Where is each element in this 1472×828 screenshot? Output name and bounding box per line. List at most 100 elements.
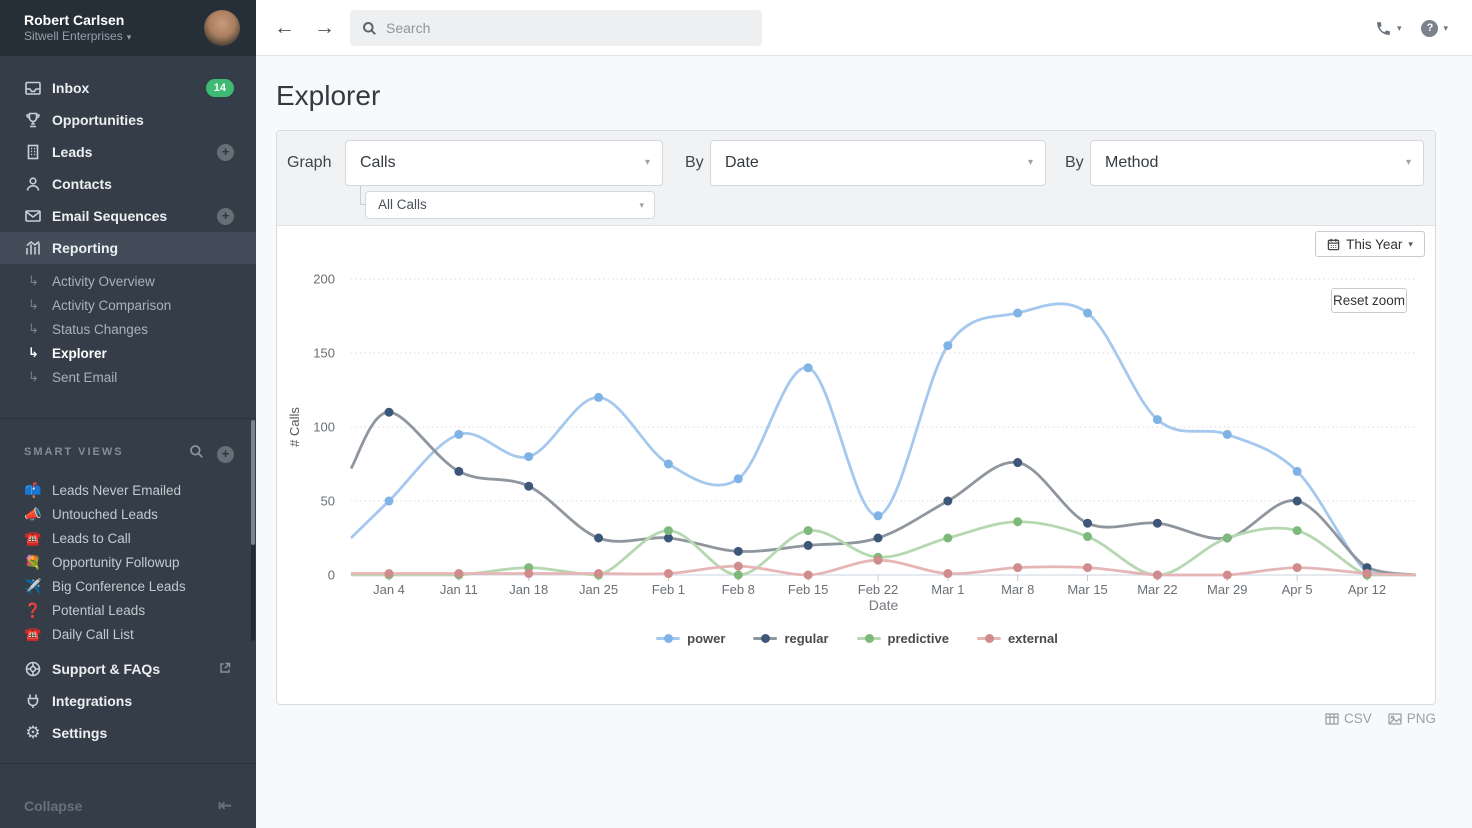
svg-text:100: 100 — [313, 420, 335, 435]
svg-text:Jan 11: Jan 11 — [440, 582, 478, 597]
export-label: CSV — [1344, 711, 1372, 726]
divider — [0, 763, 256, 764]
smart-view-label: Leads to Call — [52, 531, 131, 546]
svg-text:150: 150 — [313, 346, 335, 361]
svg-text:Jan 4: Jan 4 — [373, 582, 405, 597]
page-title: Explorer — [276, 80, 380, 112]
sidebar-item-label: Support & FAQs — [52, 661, 160, 677]
submenu-item-status-changes[interactable]: ↳Status Changes — [0, 317, 256, 341]
search-box[interactable] — [350, 10, 762, 46]
sidebar-item-support[interactable]: Support & FAQs — [0, 653, 256, 685]
svg-text:0: 0 — [328, 568, 335, 583]
sidebar-scrollbar[interactable] — [251, 420, 255, 545]
search-input[interactable] — [386, 20, 746, 36]
export-csv-button[interactable]: CSV — [1325, 711, 1372, 726]
legend-marker-icon — [656, 637, 680, 640]
legend-item-power[interactable]: power — [656, 631, 725, 646]
svg-text:Mar 29: Mar 29 — [1207, 582, 1247, 597]
submenu-label: Activity Comparison — [52, 298, 171, 313]
export-png-button[interactable]: PNG — [1388, 711, 1436, 726]
airplane-icon: ✈️ — [24, 578, 52, 595]
search-icon — [362, 21, 377, 36]
smart-view-opportunity-followup[interactable]: 💐Opportunity Followup — [0, 550, 256, 574]
sub-arrow-icon: ↳ — [28, 369, 52, 385]
add-lead-button[interactable]: + — [217, 144, 234, 161]
sidebar-item-email-sequences[interactable]: Email Sequences + — [0, 200, 256, 232]
svg-text:Mar 15: Mar 15 — [1067, 582, 1107, 597]
inbox-count-badge: 14 — [206, 79, 234, 97]
legend-dot-icon — [761, 634, 770, 643]
select-value: Date — [725, 154, 759, 171]
svg-text:Mar 22: Mar 22 — [1137, 582, 1177, 597]
svg-text:Jan 25: Jan 25 — [579, 582, 618, 597]
envelope-icon — [24, 207, 42, 225]
account-switcher[interactable]: Robert Carlsen Sitwell Enterprises▾ — [0, 0, 256, 56]
call-filter-select[interactable]: All Calls▾ — [365, 191, 655, 219]
reset-zoom-button[interactable]: Reset zoom — [1331, 288, 1407, 313]
legend-item-predictive[interactable]: predictive — [857, 631, 949, 646]
add-sequence-button[interactable]: + — [217, 208, 234, 225]
caret-down-icon: ▾ — [645, 141, 650, 185]
avatar[interactable] — [204, 10, 240, 46]
smart-view-potential-leads[interactable]: ❓Potential Leads — [0, 598, 256, 622]
help-menu[interactable]: ? ▾ — [1415, 14, 1454, 43]
legend-label: external — [1008, 631, 1058, 646]
explorer-chart[interactable]: 050100150200Jan 4Jan 11Jan 18Jan 25Feb 1… — [277, 226, 1437, 631]
segment-by-select[interactable]: Method▾ — [1090, 140, 1424, 186]
legend-item-regular[interactable]: regular — [753, 631, 828, 646]
smart-views-search-icon[interactable] — [189, 444, 204, 464]
svg-text:200: 200 — [313, 272, 335, 287]
sidebar-item-leads[interactable]: Leads + — [0, 136, 256, 168]
main-content: ← → ▾ ? ▾ Explorer Graph Calls▾ By Date▾… — [256, 0, 1472, 828]
user-name: Robert Carlsen — [24, 12, 124, 28]
collapse-icon: ⇤ — [218, 796, 232, 816]
legend-label: regular — [784, 631, 828, 646]
graph-type-select[interactable]: Calls▾ — [345, 140, 663, 186]
submenu-item-activity-comparison[interactable]: ↳Activity Comparison — [0, 293, 256, 317]
svg-text:Feb 8: Feb 8 — [722, 582, 755, 597]
legend-label: power — [687, 631, 725, 646]
sidebar-item-label: Settings — [52, 725, 107, 741]
submenu-item-sent-email[interactable]: ↳Sent Email — [0, 365, 256, 389]
by-label: By — [685, 140, 704, 186]
sidebar-item-reporting[interactable]: Reporting — [0, 232, 256, 264]
smart-view-daily-call-list[interactable]: ☎️Daily Call List — [0, 622, 256, 641]
image-icon — [1388, 713, 1402, 725]
smart-view-untouched-leads[interactable]: 📣Untouched Leads — [0, 502, 256, 526]
sidebar-item-opportunities[interactable]: Opportunities — [0, 104, 256, 136]
legend-item-external[interactable]: external — [977, 631, 1058, 646]
submenu-item-explorer[interactable]: ↳Explorer — [0, 341, 256, 365]
caret-down-icon: ▾ — [639, 192, 644, 218]
smart-view-label: Potential Leads — [52, 603, 145, 618]
submenu-label: Activity Overview — [52, 274, 155, 289]
group-by-select[interactable]: Date▾ — [710, 140, 1046, 186]
sidebar-item-settings[interactable]: ⚙ Settings — [0, 717, 256, 749]
plug-icon — [24, 692, 42, 710]
svg-text:Date: Date — [869, 597, 899, 613]
sidebar-item-contacts[interactable]: Contacts — [0, 168, 256, 200]
sub-arrow-icon: ↳ — [28, 345, 52, 361]
smart-view-label: Daily Call List — [52, 627, 134, 642]
legend-dot-icon — [865, 634, 874, 643]
caret-down-icon: ▾ — [1397, 23, 1402, 34]
smart-views-list: 📫Leads Never Emailed 📣Untouched Leads ☎️… — [0, 478, 256, 641]
collapse-sidebar-button[interactable]: Collapse ⇤ — [0, 783, 256, 828]
submenu-item-activity-overview[interactable]: ↳Activity Overview — [0, 269, 256, 293]
telephone-icon: ☎️ — [24, 530, 52, 547]
phone-menu[interactable]: ▾ — [1369, 14, 1408, 43]
sidebar-item-label: Integrations — [52, 693, 132, 709]
smart-view-big-conference-leads[interactable]: ✈️Big Conference Leads — [0, 574, 256, 598]
forward-button[interactable]: → — [314, 14, 335, 42]
sidebar: Robert Carlsen Sitwell Enterprises▾ Inbo… — [0, 0, 256, 828]
svg-text:Mar 1: Mar 1 — [931, 582, 964, 597]
back-button[interactable]: ← — [274, 14, 295, 42]
svg-text:Apr 12: Apr 12 — [1348, 582, 1386, 597]
add-smart-view-button[interactable]: + — [217, 446, 234, 463]
smart-view-leads-never-emailed[interactable]: 📫Leads Never Emailed — [0, 478, 256, 502]
smart-view-leads-to-call[interactable]: ☎️Leads to Call — [0, 526, 256, 550]
bouquet-icon: 💐 — [24, 554, 52, 571]
sidebar-item-inbox[interactable]: Inbox 14 — [0, 72, 256, 104]
divider — [0, 418, 256, 419]
sidebar-item-integrations[interactable]: Integrations — [0, 685, 256, 717]
help-icon: ? — [1421, 20, 1438, 37]
